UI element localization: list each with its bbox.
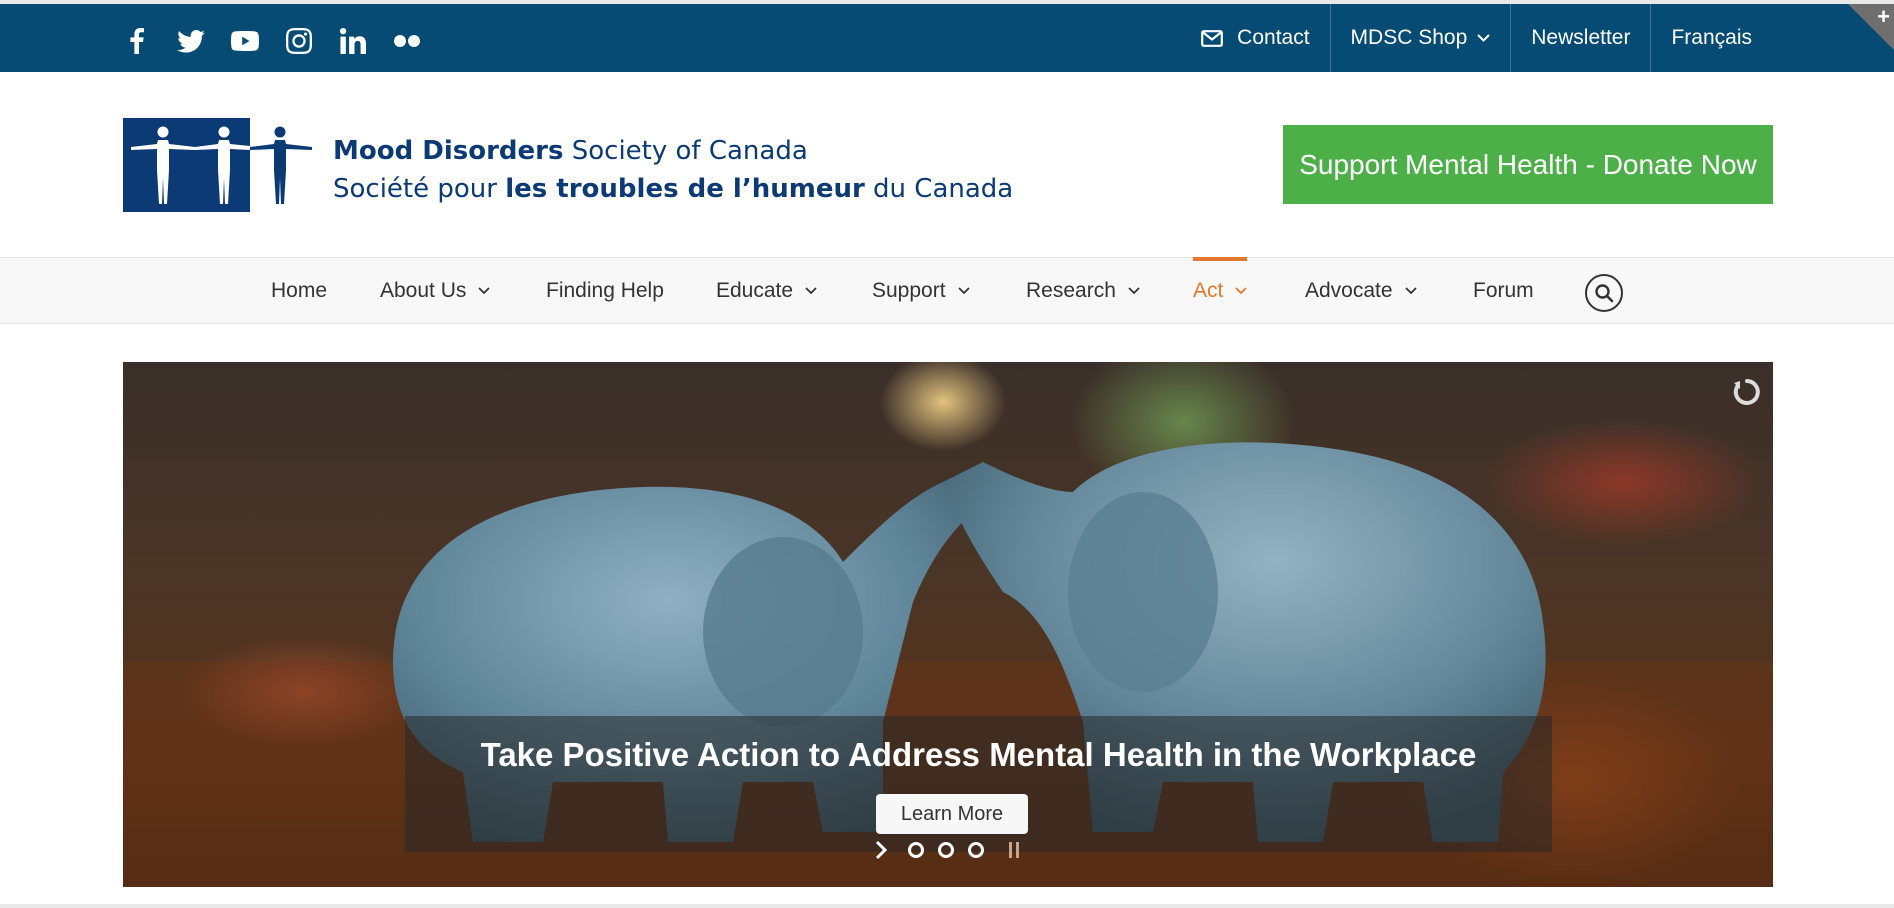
top-bar: Contact MDSC Shop Newsletter Français [0, 4, 1894, 72]
chevron-down-icon [1477, 34, 1490, 42]
refresh-icon[interactable] [1732, 377, 1762, 407]
hero-slider[interactable]: Take Positive Action to Address Mental H… [123, 362, 1773, 887]
nav-label: Forum [1473, 278, 1534, 302]
donate-button[interactable]: Support Mental Health - Donate Now [1283, 125, 1773, 204]
person-figure-icon [250, 126, 312, 204]
plus-icon[interactable]: + [1877, 6, 1890, 28]
chevron-down-icon [1128, 286, 1140, 294]
nav-item-support[interactable]: Support [872, 258, 970, 323]
newsletter-label: Newsletter [1531, 26, 1631, 49]
nav-item-finding-help[interactable]: Finding Help [546, 258, 664, 323]
slide-dot[interactable] [908, 842, 924, 858]
site-name-french: Société pour les troubles de l’humeur du… [333, 174, 1014, 204]
site-name[interactable]: Mood Disorders Society of Canada Société… [333, 132, 1013, 208]
nav-label: Research [1026, 278, 1116, 302]
contact-link[interactable]: Contact [1171, 4, 1329, 72]
nav-item-research[interactable]: Research [1026, 258, 1140, 323]
slide-dot[interactable] [968, 842, 984, 858]
people-figures-icon [131, 126, 250, 204]
chevron-down-icon [1404, 286, 1417, 294]
mail-icon [1201, 29, 1224, 47]
nav-label: Educate [716, 278, 794, 302]
instagram-icon[interactable] [284, 26, 314, 56]
flickr-icon[interactable] [392, 26, 422, 56]
shop-label: MDSC Shop [1350, 26, 1468, 49]
nav-label: Advocate [1305, 278, 1393, 302]
learn-more-button[interactable]: Learn More [876, 794, 1028, 834]
bottom-border [0, 904, 1894, 908]
pause-slider-button[interactable] [1009, 839, 1019, 861]
nav-label: Act [1193, 278, 1224, 302]
nav-item-educate[interactable]: Educate [716, 258, 817, 323]
nav-item-forum[interactable]: Forum [1473, 258, 1534, 323]
social-links [122, 26, 446, 56]
chevron-down-icon [805, 286, 817, 294]
nav-label: Finding Help [546, 278, 664, 302]
nav-label: Support [872, 278, 946, 302]
linkedin-icon[interactable] [338, 26, 368, 56]
slide-title: Take Positive Action to Address Mental H… [480, 736, 1477, 773]
chevron-down-icon [957, 286, 970, 294]
shop-menu[interactable]: MDSC Shop [1329, 4, 1511, 72]
nav-item-about-us[interactable]: About Us [380, 258, 491, 323]
nav-label: About Us [380, 278, 467, 302]
newsletter-link[interactable]: Newsletter [1510, 4, 1650, 72]
nav-item-act[interactable]: Act [1193, 257, 1248, 323]
search-button[interactable] [1585, 274, 1623, 312]
chevron-right-icon [875, 840, 887, 860]
search-icon [1595, 284, 1614, 303]
language-link[interactable]: Français [1650, 4, 1772, 72]
facebook-icon[interactable] [122, 26, 152, 56]
slide-dot[interactable] [938, 842, 954, 858]
nav-item-advocate[interactable]: Advocate [1305, 258, 1417, 323]
twitter-icon[interactable] [176, 26, 206, 56]
youtube-icon[interactable] [230, 26, 260, 56]
site-name-english: Mood Disorders Society of Canada [333, 136, 808, 166]
language-label: Français [1671, 26, 1752, 49]
contact-label: Contact [1237, 26, 1310, 49]
next-slide-button[interactable] [875, 839, 887, 861]
pause-icon [1009, 842, 1019, 858]
nav-item-home[interactable]: Home [271, 258, 327, 323]
top-links: Contact MDSC Shop Newsletter Français [1171, 4, 1772, 72]
chevron-down-icon [478, 286, 491, 294]
logo-mark[interactable] [123, 118, 250, 212]
chevron-down-icon [1235, 286, 1247, 294]
nav-label: Home [271, 278, 328, 302]
